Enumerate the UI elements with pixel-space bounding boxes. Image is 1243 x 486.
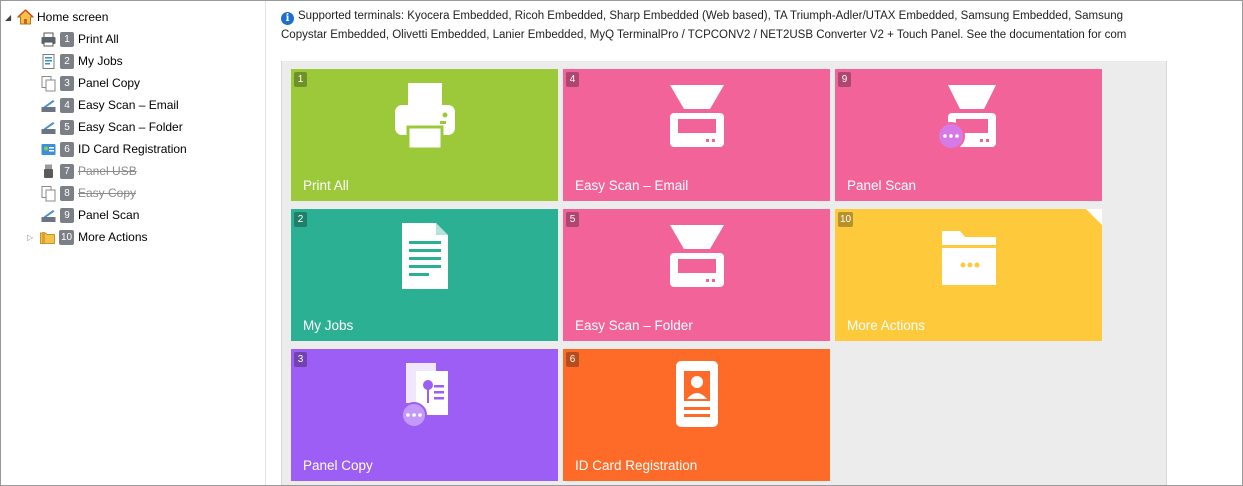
tile-number-badge: 3 — [294, 352, 307, 367]
tile-number-badge: 4 — [566, 72, 579, 87]
tree-item-id-card-registration[interactable]: 6 ID Card Registration — [39, 139, 187, 159]
id-card-icon — [39, 140, 57, 158]
tree-item-easy-copy[interactable]: 8 Easy Copy — [39, 183, 136, 203]
document-icon — [39, 52, 57, 70]
item-number-badge: 1 — [60, 31, 74, 47]
item-number-badge: 3 — [60, 75, 74, 91]
info-icon: i — [281, 12, 294, 25]
tile-easy-scan-folder[interactable]: 5 Easy Scan – Folder — [563, 209, 830, 341]
tree-item-easy-scan-email[interactable]: 4 Easy Scan – Email — [39, 95, 179, 115]
tree-item-print-all[interactable]: 1 Print All — [39, 29, 119, 49]
tree-item-label: Print All — [78, 32, 119, 46]
tile-number-badge: 2 — [294, 212, 307, 227]
scanner-icon — [662, 219, 732, 298]
tile-label: More Actions — [847, 318, 926, 333]
tile-panel-scan[interactable]: 9 Panel Scan — [835, 69, 1102, 201]
printer-icon — [39, 30, 57, 48]
item-number-badge: 7 — [60, 163, 74, 179]
tree-item-label: Panel USB — [78, 164, 137, 178]
tile-number-badge: 6 — [566, 352, 579, 367]
tree-item-easy-scan-folder[interactable]: 5 Easy Scan – Folder — [39, 117, 183, 137]
id-card-icon — [662, 359, 732, 438]
scanner-icon — [39, 118, 57, 136]
tree-item-panel-copy[interactable]: 3 Panel Copy — [39, 73, 140, 93]
tree-item-panel-usb[interactable]: 7 Panel USB — [39, 161, 137, 181]
tile-number-badge: 10 — [838, 212, 854, 227]
tree-item-label: ID Card Registration — [78, 142, 187, 156]
tile-label: Print All — [303, 178, 349, 193]
tree-root-home-screen[interactable]: ◢ Home screen — [5, 7, 108, 27]
tile-number-badge: 9 — [838, 72, 851, 87]
tree-item-label: More Actions — [78, 230, 148, 244]
tree-item-panel-scan[interactable]: 9 Panel Scan — [39, 205, 139, 225]
folder-icon — [934, 219, 1004, 298]
home-screen-tree: ◢ Home screen 1 Print All 2 My Jobs 3 Pa… — [1, 1, 266, 485]
tile-more-actions[interactable]: 10 More Actions — [835, 209, 1102, 341]
tile-label: Panel Copy — [303, 458, 373, 473]
tile-panel-copy[interactable]: 3 Panel Copy — [291, 349, 558, 481]
tile-label: Easy Scan – Email — [575, 178, 689, 193]
info-line-2: Copystar Embedded, Olivetti Embedded, La… — [281, 29, 1127, 41]
item-number-badge: 10 — [59, 229, 75, 245]
tile-easy-scan-email[interactable]: 4 Easy Scan – Email — [563, 69, 830, 201]
document-icon — [390, 219, 460, 298]
tree-item-label: Easy Scan – Folder — [78, 120, 183, 134]
tree-root-label: Home screen — [37, 10, 109, 24]
scanner-icon — [662, 79, 732, 158]
panel-copy-icon — [390, 359, 460, 438]
item-number-badge: 9 — [60, 207, 74, 223]
item-number-badge: 6 — [60, 141, 74, 157]
info-line-1: Supported terminals: Kyocera Embedded, R… — [298, 10, 1124, 22]
item-number-badge: 8 — [60, 185, 74, 201]
tree-item-label: My Jobs — [78, 54, 123, 68]
printer-icon — [390, 79, 460, 158]
tile-label: Panel Scan — [847, 178, 917, 193]
submenu-corner-indicator — [1086, 209, 1102, 225]
home-icon — [16, 8, 34, 26]
tile-print-all[interactable]: 1 Print All — [291, 69, 558, 201]
usb-icon — [39, 162, 57, 180]
supported-terminals-info: i Supported terminals: Kyocera Embedded, … — [281, 7, 1242, 45]
tree-item-label: Panel Copy — [78, 76, 141, 90]
tree-item-more-actions[interactable]: ▷ 10 More Actions — [27, 227, 148, 247]
panel-scan-icon — [934, 79, 1004, 158]
copy-icon — [39, 184, 57, 202]
tile-label: ID Card Registration — [575, 458, 698, 473]
tile-label: Easy Scan – Folder — [575, 318, 693, 333]
tile-my-jobs[interactable]: 2 My Jobs — [291, 209, 558, 341]
home-screen-tile-board: 1 Print All 4 Easy Scan – Email 9 Panel … — [281, 61, 1167, 485]
tree-item-label: Panel Scan — [78, 208, 140, 222]
expand-arrow-icon[interactable]: ▷ — [27, 233, 36, 242]
tile-number-badge: 1 — [294, 72, 307, 87]
tree-item-label: Easy Scan – Email — [78, 98, 179, 112]
app-frame: ◢ Home screen 1 Print All 2 My Jobs 3 Pa… — [0, 0, 1243, 486]
expand-triangle-icon[interactable]: ◢ — [5, 13, 14, 22]
tree-item-my-jobs[interactable]: 2 My Jobs — [39, 51, 123, 71]
tree-item-label: Easy Copy — [78, 186, 137, 200]
folder-icon — [38, 228, 56, 246]
item-number-badge: 4 — [60, 97, 74, 113]
item-number-badge: 2 — [60, 53, 74, 69]
scanner-icon — [39, 96, 57, 114]
tile-id-card-registration[interactable]: 6 ID Card Registration — [563, 349, 830, 481]
scanner-icon — [39, 206, 57, 224]
tile-label: My Jobs — [303, 318, 354, 333]
item-number-badge: 5 — [60, 119, 74, 135]
copy-icon — [39, 74, 57, 92]
tile-number-badge: 5 — [566, 212, 579, 227]
